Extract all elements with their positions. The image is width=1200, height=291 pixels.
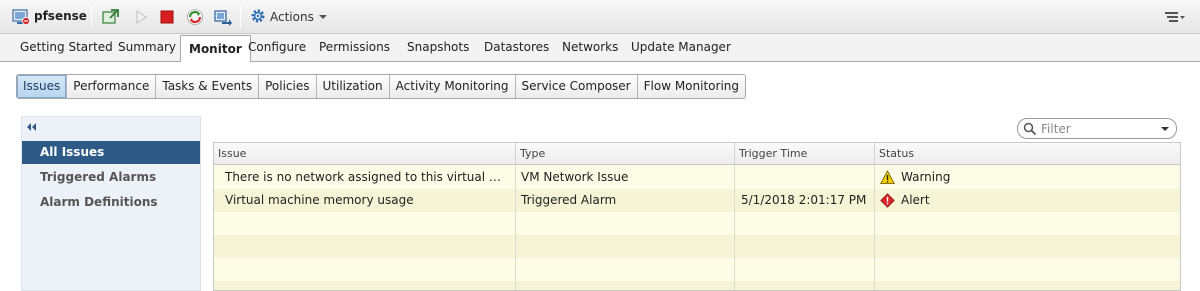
- empty-row: [214, 281, 1180, 290]
- chevron-down-icon[interactable]: [1161, 126, 1169, 131]
- chevron-down-icon: [318, 15, 327, 19]
- cell-issue: Virtual machine memory usage: [225, 193, 414, 207]
- filter-input[interactable]: [1041, 121, 1159, 136]
- toolbar-divider: [91, 6, 92, 28]
- migrate-icon[interactable]: [214, 8, 232, 26]
- gear-icon: [250, 8, 266, 27]
- object-toolbar: pfsense Actions: [0, 0, 1200, 34]
- cell-trigger-time: [741, 166, 871, 189]
- subtab-utilization[interactable]: Utilization: [317, 75, 390, 98]
- restart-icon[interactable]: [186, 8, 204, 26]
- tab-getting-started[interactable]: Getting Started: [20, 40, 113, 54]
- subtab-flow-monitoring[interactable]: Flow Monitoring: [638, 75, 745, 98]
- tab-networks[interactable]: Networks: [562, 40, 618, 54]
- empty-row: [214, 235, 1180, 258]
- subtab-performance[interactable]: Performance: [67, 75, 157, 98]
- empty-row: [214, 258, 1180, 281]
- column-header-issue[interactable]: Issue: [214, 143, 516, 165]
- power-on-icon[interactable]: [102, 8, 120, 26]
- table-header: Issue Type Trigger Time Status: [214, 143, 1180, 165]
- nav-all-issues[interactable]: All Issues: [22, 141, 200, 164]
- cell-type: VM Network Issue: [521, 170, 629, 184]
- collapse-icon[interactable]: [26, 121, 38, 131]
- column-divider: [734, 165, 735, 290]
- column-header-trigger-time[interactable]: Trigger Time: [735, 143, 875, 165]
- toolbar-divider: [240, 6, 241, 28]
- play-icon[interactable]: [132, 8, 150, 26]
- cell-issue: There is no network assigned to this vir…: [225, 170, 510, 184]
- menu-icon[interactable]: [1164, 9, 1186, 25]
- tab-monitor[interactable]: Monitor: [180, 35, 251, 63]
- empty-row: [214, 212, 1180, 235]
- subtab-activity-monitoring[interactable]: Activity Monitoring: [390, 75, 516, 98]
- cell-status: Alert: [901, 193, 930, 207]
- table-row[interactable]: There is no network assigned to this vir…: [214, 166, 1180, 189]
- alert-icon: [880, 193, 895, 208]
- table-row[interactable]: Virtual machine memory usage Triggered A…: [214, 189, 1180, 212]
- subtab-tasks-events[interactable]: Tasks & Events: [156, 75, 260, 98]
- nav-alarm-definitions[interactable]: Alarm Definitions: [22, 191, 200, 214]
- search-icon: [1023, 122, 1037, 136]
- tab-snapshots[interactable]: Snapshots: [407, 40, 469, 54]
- tab-configure[interactable]: Configure: [248, 40, 306, 54]
- tab-permissions[interactable]: Permissions: [319, 40, 390, 54]
- tab-datastores[interactable]: Datastores: [484, 40, 549, 54]
- tab-summary[interactable]: Summary: [118, 40, 176, 54]
- column-divider: [874, 165, 875, 290]
- main-tab-bar: Getting Started Summary Monitor Configur…: [0, 34, 1200, 63]
- cell-type: Triggered Alarm: [521, 193, 617, 207]
- filter-box: [1017, 118, 1177, 139]
- monitor-content: Issues Performance Tasks & Events Polici…: [0, 62, 1200, 291]
- actions-label: Actions: [270, 10, 314, 24]
- column-divider: [515, 165, 516, 290]
- column-header-type[interactable]: Type: [516, 143, 735, 165]
- actions-menu-button[interactable]: Actions: [250, 8, 327, 26]
- cell-status: Warning: [901, 170, 951, 184]
- warning-icon: [879, 170, 896, 185]
- stop-icon[interactable]: [158, 8, 176, 26]
- subtab-policies[interactable]: Policies: [259, 75, 317, 98]
- subtab-issues[interactable]: Issues: [17, 75, 68, 98]
- issues-table: Issue Type Trigger Time Status There is …: [213, 142, 1181, 291]
- issues-nav-panel: All Issues Triggered Alarms Alarm Defini…: [21, 116, 201, 291]
- nav-triggered-alarms[interactable]: Triggered Alarms: [22, 166, 200, 189]
- subtab-service-composer[interactable]: Service Composer: [516, 75, 638, 98]
- sub-tab-bar: Issues Performance Tasks & Events Polici…: [16, 74, 747, 99]
- vm-name: pfsense: [34, 9, 87, 23]
- vm-icon: [12, 8, 30, 26]
- tab-update-manager[interactable]: Update Manager: [631, 40, 731, 54]
- column-header-status[interactable]: Status: [875, 143, 1180, 165]
- cell-trigger-time: 5/1/2018 2:01:17 PM: [741, 193, 867, 207]
